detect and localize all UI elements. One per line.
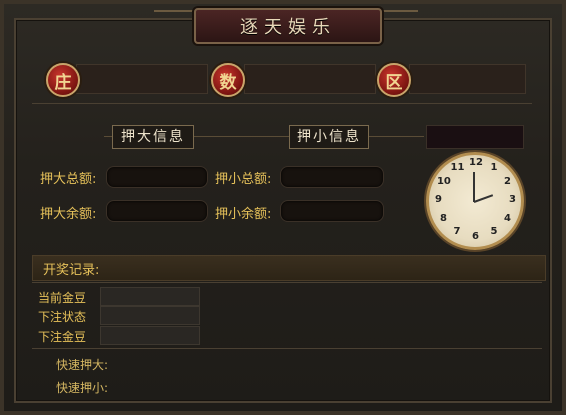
big-total-label: 押大总额: (40, 172, 97, 187)
clock-numeral: 4 (504, 212, 511, 224)
bet-gold-label: 下注金豆 (38, 330, 87, 344)
clock-numeral: 7 (453, 226, 461, 238)
banker-orb[interactable]: 庄 (46, 63, 80, 97)
draw-records-label: 开奖记录: (43, 263, 100, 278)
divider-2 (32, 282, 542, 283)
title-ornament-left (154, 10, 194, 34)
number-orb[interactable]: 数 (211, 63, 245, 97)
clock-minute-hand (473, 172, 475, 202)
small-total-field (280, 166, 384, 188)
bet-status-field (100, 306, 200, 325)
clock-numeral: 12 (469, 157, 483, 168)
bet-status-label: 下注状态 (38, 310, 87, 324)
clock-numeral: 10 (436, 175, 451, 187)
clock-numeral: 6 (472, 231, 479, 242)
divider (32, 103, 532, 104)
title-ornament-right (378, 10, 418, 34)
quick-big-label: 快速押大: (56, 358, 109, 372)
clock-numeral: 5 (490, 226, 498, 238)
big-remaining-label: 押大余额: (40, 207, 97, 222)
clock-numeral: 11 (450, 161, 465, 173)
clock-numeral: 8 (439, 212, 447, 224)
area-bar (409, 64, 526, 94)
clock-numeral: 1 (490, 161, 498, 173)
game-window: 逐天娱乐 庄 数 区 押大信息 押小信息 押大总额: 押小总额: 押大余额: 押… (0, 0, 566, 415)
clock-hour-hand (473, 194, 494, 203)
big-total-field (106, 166, 208, 188)
area-orb[interactable]: 区 (377, 63, 411, 97)
banker-orb-label: 庄 (54, 72, 72, 93)
clock-numeral: 3 (509, 194, 516, 205)
area-orb-label: 区 (385, 72, 403, 93)
small-remaining-field (280, 200, 384, 222)
title-bar: 逐天娱乐 (194, 8, 382, 44)
small-remaining-label: 押小余额: (215, 207, 272, 222)
info-display (426, 125, 524, 149)
current-gold-label: 当前金豆 (38, 291, 87, 305)
current-gold-field (100, 287, 200, 306)
banker-bar (76, 64, 208, 94)
number-orb-label: 数 (219, 72, 237, 93)
number-bar (244, 64, 376, 94)
draw-records-bar: 开奖记录: (32, 255, 546, 281)
divider-3 (32, 348, 542, 349)
clock-numeral: 2 (504, 175, 511, 187)
tab-small-info[interactable]: 押小信息 (289, 125, 369, 149)
bet-gold-field (100, 326, 200, 345)
big-remaining-field (106, 200, 208, 222)
clock-numeral: 9 (435, 194, 442, 205)
small-total-label: 押小总额: (215, 172, 272, 187)
countdown-clock-icon: 12 1 2 3 4 5 6 7 8 9 10 11 (426, 152, 524, 250)
quick-small-label: 快速押小: (56, 381, 109, 395)
window-title: 逐天娱乐 (240, 17, 336, 38)
tab-big-info[interactable]: 押大信息 (112, 125, 194, 149)
